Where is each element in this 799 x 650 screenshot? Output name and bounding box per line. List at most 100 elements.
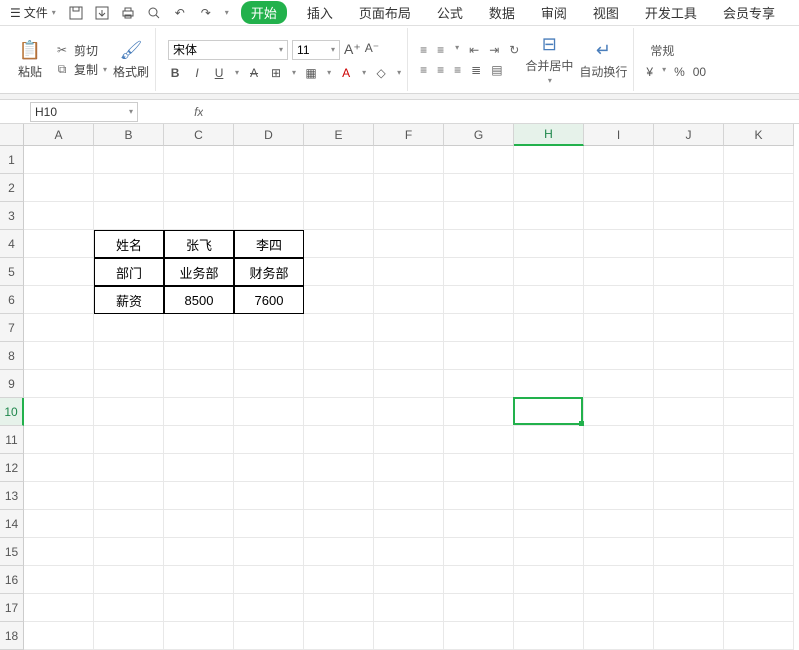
col-header-I[interactable]: I <box>584 124 654 146</box>
row-header-6[interactable]: 6 <box>0 286 24 314</box>
row-header-18[interactable]: 18 <box>0 622 24 650</box>
cell[interactable] <box>234 454 304 482</box>
cell[interactable]: 财务部 <box>234 258 304 286</box>
file-menu[interactable]: ☰ 文件 ▾ <box>4 2 62 23</box>
cell[interactable] <box>584 314 654 342</box>
cell[interactable] <box>234 482 304 510</box>
cell[interactable] <box>654 258 724 286</box>
cell[interactable]: 李四 <box>234 230 304 258</box>
cell[interactable] <box>234 510 304 538</box>
cell[interactable] <box>374 594 444 622</box>
cell[interactable] <box>514 146 584 174</box>
cell[interactable] <box>24 146 94 174</box>
cell[interactable] <box>514 370 584 398</box>
save-as-icon[interactable] <box>94 5 110 21</box>
cell[interactable] <box>24 482 94 510</box>
tab-insert[interactable]: 插入 <box>301 1 339 24</box>
cell[interactable] <box>234 342 304 370</box>
cell[interactable] <box>304 538 374 566</box>
cell[interactable] <box>724 426 794 454</box>
row-header-13[interactable]: 13 <box>0 482 24 510</box>
tab-formula[interactable]: 公式 <box>431 1 469 24</box>
cell[interactable] <box>654 398 724 426</box>
cell[interactable] <box>444 454 514 482</box>
cell[interactable]: 薪资 <box>94 286 164 314</box>
cell[interactable] <box>304 258 374 286</box>
cell[interactable]: 姓名 <box>94 230 164 258</box>
row-header-14[interactable]: 14 <box>0 510 24 538</box>
orientation-icon[interactable]: ↻ <box>509 43 519 57</box>
cell[interactable] <box>514 510 584 538</box>
cell[interactable] <box>374 174 444 202</box>
cell[interactable]: 7600 <box>234 286 304 314</box>
cell[interactable] <box>164 370 234 398</box>
cell[interactable] <box>234 174 304 202</box>
cell[interactable] <box>164 538 234 566</box>
cell[interactable] <box>444 594 514 622</box>
cell[interactable] <box>94 510 164 538</box>
cell[interactable] <box>724 398 794 426</box>
wrap-text-button[interactable]: ↵ 自动换行 <box>579 40 627 80</box>
cell[interactable] <box>374 342 444 370</box>
cell[interactable] <box>514 286 584 314</box>
cell[interactable] <box>304 370 374 398</box>
cell[interactable] <box>24 202 94 230</box>
cell[interactable] <box>514 566 584 594</box>
cut-button[interactable]: ✂剪切 <box>54 42 107 59</box>
cell[interactable] <box>304 482 374 510</box>
row-header-4[interactable]: 4 <box>0 230 24 258</box>
cell[interactable] <box>514 230 584 258</box>
cell[interactable] <box>24 174 94 202</box>
row-header-8[interactable]: 8 <box>0 342 24 370</box>
cell[interactable] <box>444 314 514 342</box>
decrease-font-icon[interactable]: A⁻ <box>365 41 379 58</box>
cell[interactable] <box>584 286 654 314</box>
cell[interactable] <box>304 146 374 174</box>
cell[interactable] <box>514 398 584 426</box>
col-header-K[interactable]: K <box>724 124 794 146</box>
cell[interactable] <box>94 174 164 202</box>
cell[interactable] <box>444 566 514 594</box>
col-header-G[interactable]: G <box>444 124 514 146</box>
align-center-icon[interactable]: ≡ <box>437 63 444 77</box>
cell[interactable] <box>24 538 94 566</box>
col-header-A[interactable]: A <box>24 124 94 146</box>
cell[interactable] <box>234 202 304 230</box>
tab-data[interactable]: 数据 <box>483 1 521 24</box>
cell[interactable] <box>584 370 654 398</box>
cell[interactable] <box>724 342 794 370</box>
cell[interactable] <box>654 202 724 230</box>
cell[interactable] <box>164 510 234 538</box>
cell[interactable] <box>654 286 724 314</box>
cell[interactable] <box>164 594 234 622</box>
row-header-7[interactable]: 7 <box>0 314 24 342</box>
cell[interactable] <box>234 594 304 622</box>
tab-start[interactable]: 开始 <box>241 1 287 24</box>
cell[interactable] <box>24 398 94 426</box>
cell[interactable]: 8500 <box>164 286 234 314</box>
cell[interactable] <box>304 342 374 370</box>
cell[interactable] <box>234 622 304 650</box>
cell[interactable] <box>164 342 234 370</box>
cell[interactable] <box>584 510 654 538</box>
cell[interactable] <box>374 622 444 650</box>
cell[interactable] <box>724 510 794 538</box>
cell[interactable] <box>584 342 654 370</box>
cell[interactable] <box>444 342 514 370</box>
cell[interactable] <box>164 314 234 342</box>
cell[interactable] <box>724 622 794 650</box>
col-header-H[interactable]: H <box>514 124 584 146</box>
cell[interactable] <box>654 314 724 342</box>
row-header-3[interactable]: 3 <box>0 202 24 230</box>
row-header-17[interactable]: 17 <box>0 594 24 622</box>
align-left-icon[interactable]: ≡ <box>420 63 427 77</box>
indent-decrease-icon[interactable]: ⇤ <box>469 43 479 57</box>
fx-icon[interactable]: fx <box>194 105 203 119</box>
cell[interactable] <box>234 146 304 174</box>
tab-member[interactable]: 会员专享 <box>717 1 781 24</box>
row-header-9[interactable]: 9 <box>0 370 24 398</box>
cell[interactable] <box>164 622 234 650</box>
cell[interactable] <box>654 538 724 566</box>
percent-button[interactable]: % <box>674 65 685 79</box>
cell[interactable] <box>374 454 444 482</box>
